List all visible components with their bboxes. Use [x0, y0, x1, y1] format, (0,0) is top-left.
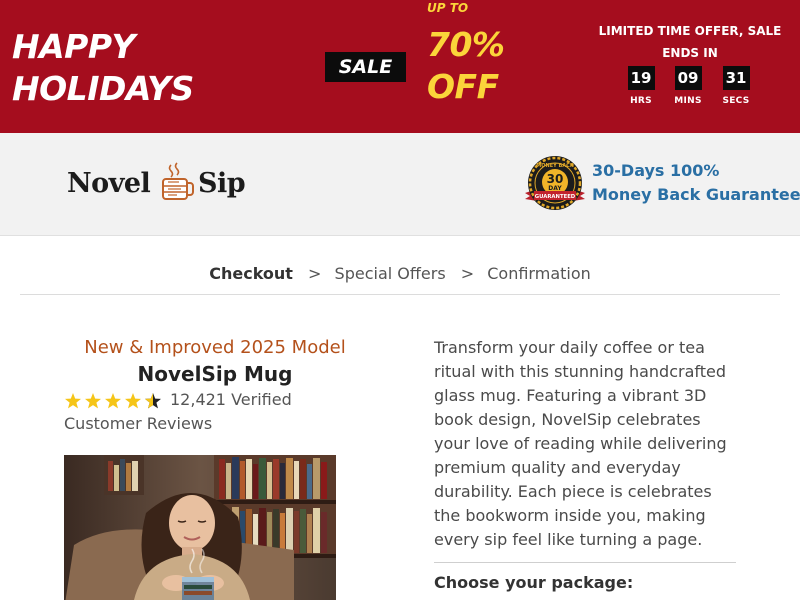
product-description: Transform your daily coffee or tea ritua…	[434, 338, 727, 549]
promo-banner: HAPPY HOLIDAYS SALE UP TO 70% OFF LIMITE…	[0, 0, 800, 133]
guarantee-text: 30-Days 100% Money Back Guarantee	[592, 159, 800, 207]
countdown-mins-value: 09	[674, 66, 702, 90]
countdown-secs-label: SECS	[722, 96, 750, 106]
product-name: NovelSip Mug	[137, 362, 293, 386]
breadcrumb-separator: >	[460, 264, 475, 283]
discount-text: 70% OFF	[427, 24, 505, 108]
product-summary: New & Improved 2025 Model NovelSip Mug 1…	[64, 336, 366, 436]
breadcrumb-checkout[interactable]: Checkout	[209, 264, 293, 283]
checkout-breadcrumb: Checkout > Special Offers > Confirmation	[20, 236, 780, 295]
seal-ribbon-text: GUARANTEED	[535, 194, 576, 200]
breadcrumb-confirmation[interactable]: Confirmation	[487, 264, 591, 283]
countdown-hours: 19 HRS	[626, 66, 656, 106]
choose-package-heading: Choose your package:	[434, 573, 634, 592]
banner-title: HAPPY HOLIDAYS	[12, 26, 194, 110]
banner-title-line2: HOLIDAYS	[12, 69, 194, 108]
seal-text-30: 30	[547, 172, 564, 186]
countdown-secs-value: 31	[722, 66, 750, 90]
logo-word-novel: Novel	[67, 168, 151, 199]
star-rating-icon	[65, 392, 161, 408]
seal-text-top: MONEY BACK	[536, 163, 575, 169]
section-divider	[434, 562, 736, 563]
sale-badge: SALE	[325, 52, 406, 82]
seal-text-day: DAY	[548, 185, 562, 192]
guarantee-line2: Money Back Guarantee	[592, 185, 800, 204]
countdown-timer: 19 HRS 09 MINS 31 SECS	[626, 66, 752, 116]
up-to-label: UP TO	[427, 1, 469, 15]
countdown-mins: 09 MINS	[673, 66, 703, 106]
discount-percent: 70%	[427, 25, 505, 64]
product-photo	[64, 455, 336, 600]
model-line: New & Improved 2025 Model	[84, 337, 346, 358]
countdown-secs: 31 SECS	[721, 66, 751, 106]
product-rating[interactable]: 12,421 Verified Customer Reviews	[64, 388, 366, 436]
money-back-seal-icon: MONEY BACK 30 DAY GUARANTEED	[525, 156, 585, 210]
countdown-mins-label: MINS	[674, 96, 702, 106]
breadcrumb-separator: >	[308, 264, 322, 283]
countdown-hours-label: HRS	[630, 96, 652, 106]
site-header: Novel Sip MONEY BACK 30 DAY GUARANTEED 3…	[0, 133, 800, 236]
product-details: Transform your daily coffee or tea ritua…	[434, 336, 736, 595]
logo-word-sip: Sip	[198, 168, 246, 199]
guarantee-line1: 30-Days 100%	[592, 161, 720, 180]
breadcrumb-special-offers[interactable]: Special Offers	[335, 264, 446, 283]
discount-suffix: OFF	[427, 67, 499, 106]
offer-text: LIMITED TIME OFFER, SALE ENDS IN	[598, 24, 782, 60]
banner-title-line1: HAPPY	[12, 27, 135, 66]
mug-book-icon	[162, 162, 194, 200]
countdown-hours-value: 19	[627, 66, 655, 90]
